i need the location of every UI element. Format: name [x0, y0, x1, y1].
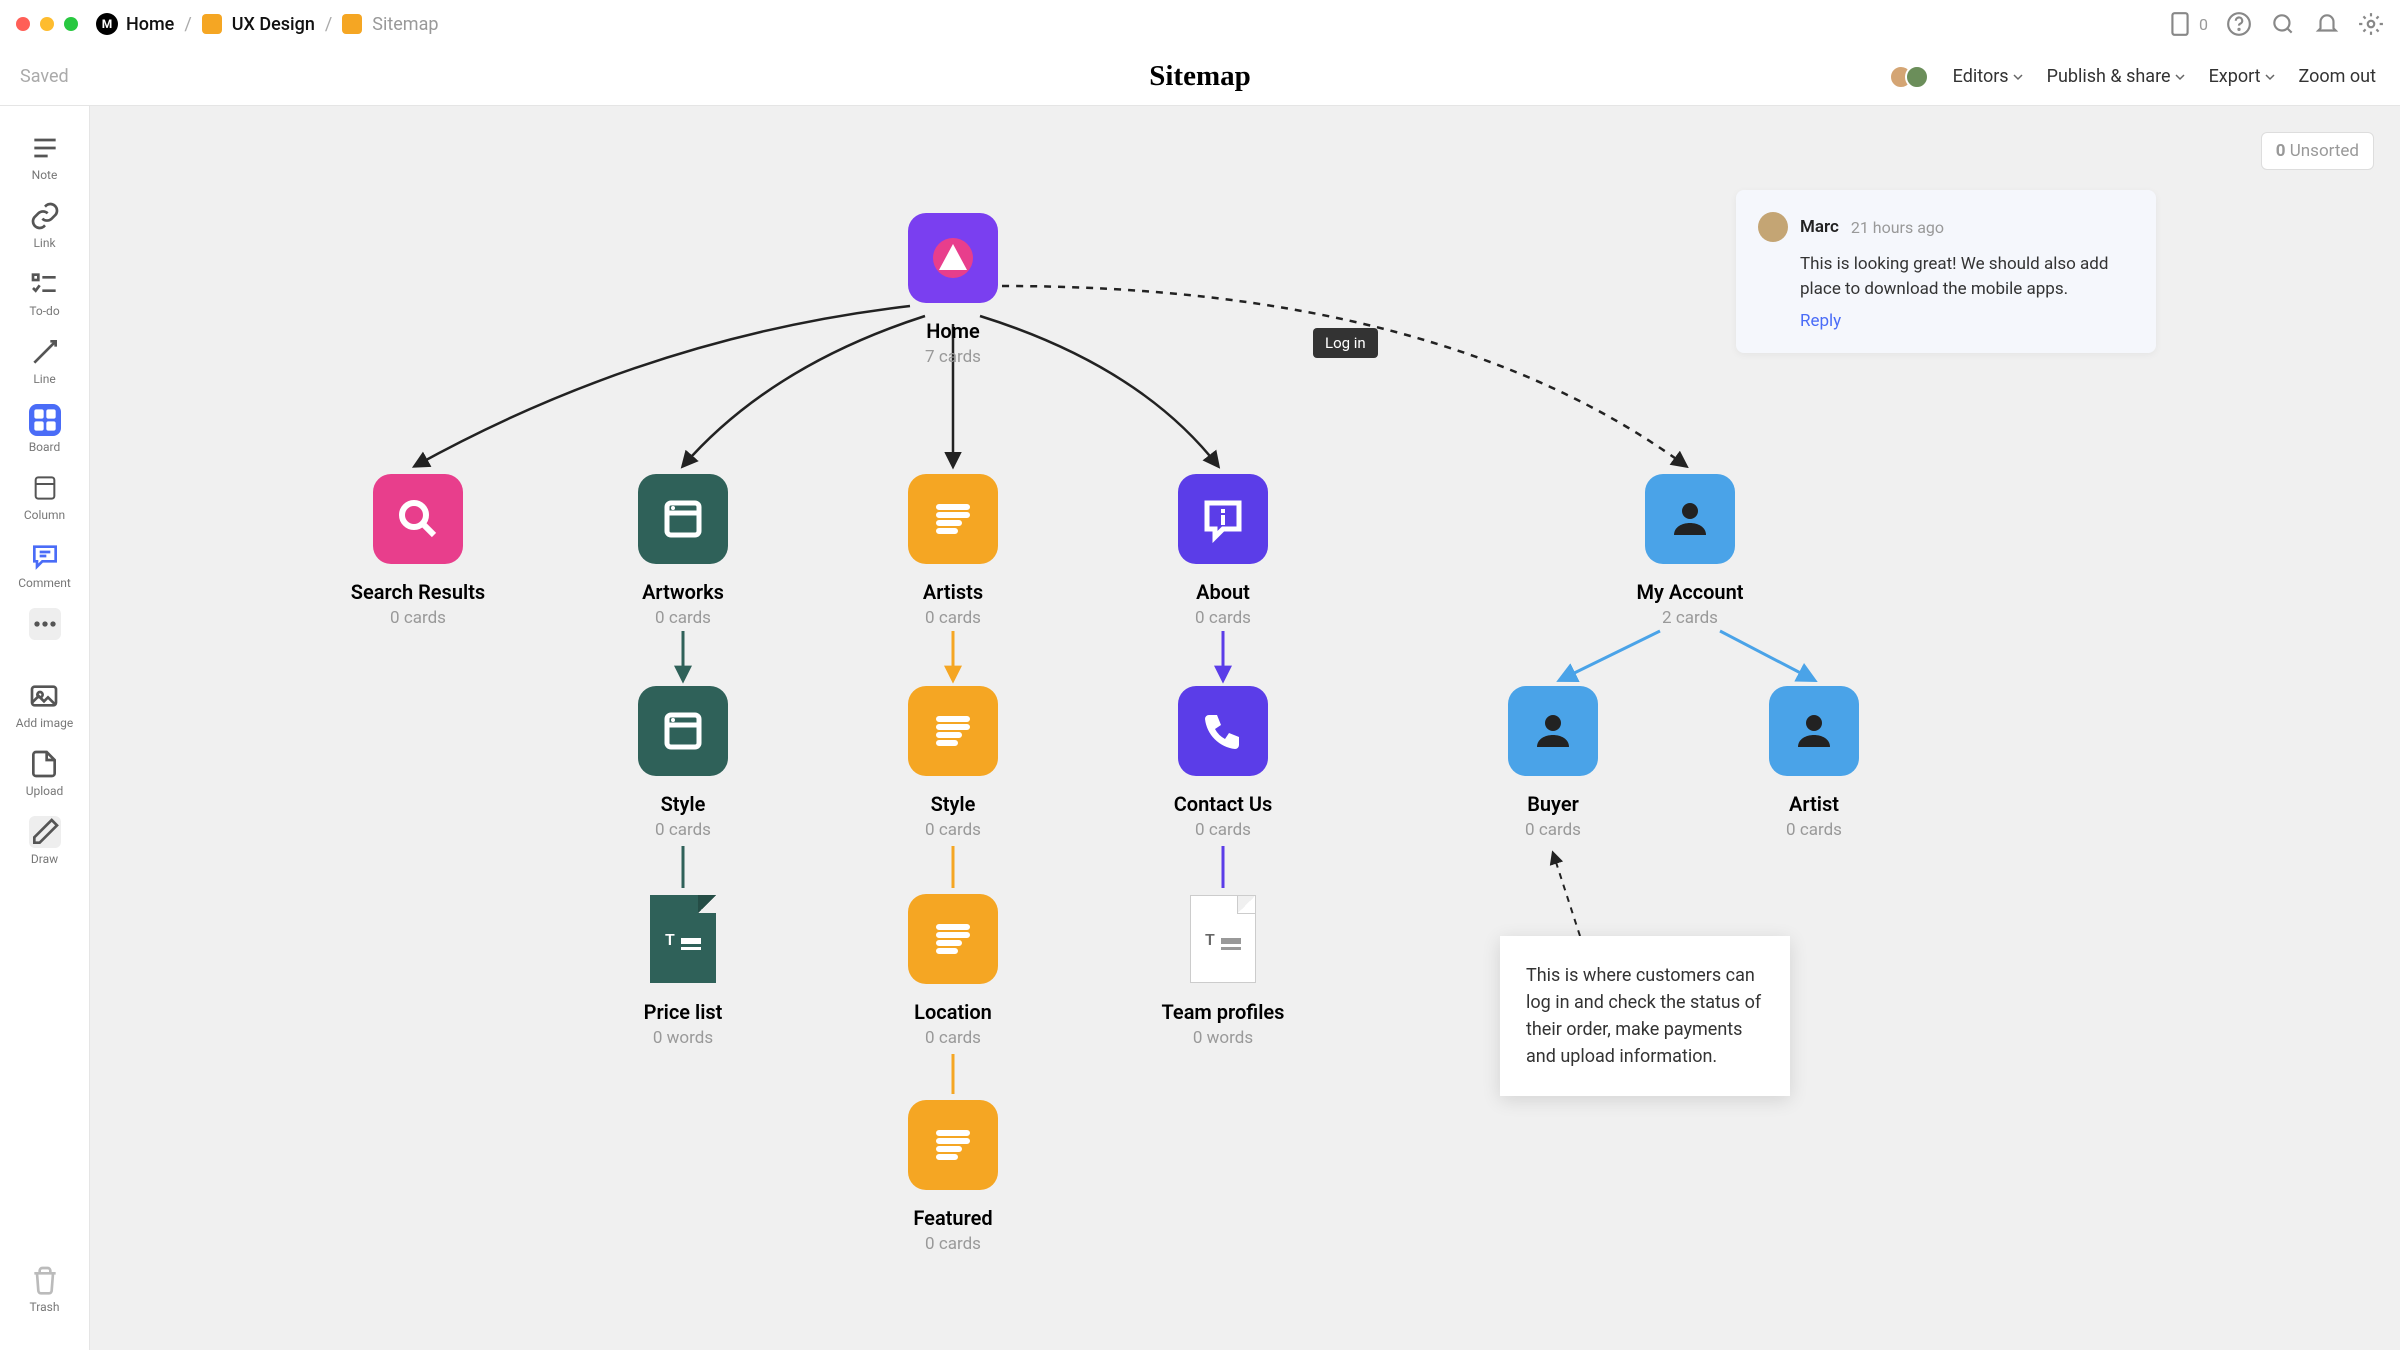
- user-icon: [1666, 495, 1714, 543]
- text-lines-icon: [929, 1121, 977, 1169]
- document-icon: T: [650, 895, 716, 983]
- node-artworks[interactable]: Artworks0 cards: [623, 474, 743, 628]
- node-about[interactable]: About0 cards: [1163, 474, 1283, 628]
- unsorted-badge[interactable]: 0 Unsorted: [2261, 132, 2374, 170]
- node-style2[interactable]: Style0 cards: [893, 686, 1013, 840]
- window-icon: [659, 707, 707, 755]
- home-triangle-icon: [929, 234, 977, 282]
- avatar: [1905, 65, 1929, 89]
- device-count: 0: [2199, 15, 2208, 34]
- board-canvas[interactable]: 0 Unsorted Log in Home7 cards: [90, 106, 2400, 1350]
- bell-icon[interactable]: [2314, 11, 2340, 37]
- help-icon[interactable]: [2226, 11, 2252, 37]
- node-style1[interactable]: Style0 cards: [623, 686, 743, 840]
- info-icon: [1199, 495, 1247, 543]
- publish-dropdown[interactable]: Publish & share: [2047, 66, 2185, 87]
- window-titlebar: M Home / UX Design / Sitemap 0: [0, 0, 2400, 48]
- comment-time: 21 hours ago: [1851, 218, 1944, 237]
- crumb-ux[interactable]: UX Design: [232, 14, 315, 35]
- tool-upload[interactable]: Upload: [20, 742, 70, 804]
- export-dropdown[interactable]: Export: [2209, 66, 2275, 87]
- node-contact[interactable]: Contact Us0 cards: [1163, 686, 1283, 840]
- note-text: This is where customers can log in and c…: [1526, 962, 1764, 1070]
- node-myaccount[interactable]: My Account2 cards: [1630, 474, 1750, 628]
- user-icon: [1790, 707, 1838, 755]
- node-featured[interactable]: Featured0 cards: [893, 1100, 1013, 1254]
- minimize-window[interactable]: [40, 17, 54, 31]
- crumb-current: Sitemap: [372, 14, 438, 35]
- phone-icon: [1199, 707, 1247, 755]
- tool-trash[interactable]: Trash: [23, 1258, 67, 1320]
- brand-icon[interactable]: M: [96, 13, 118, 35]
- tool-board[interactable]: Board: [23, 398, 67, 460]
- text-lines-icon: [929, 495, 977, 543]
- device-icon[interactable]: [2167, 11, 2193, 37]
- node-artists[interactable]: Artists0 cards: [893, 474, 1013, 628]
- settings-icon[interactable]: [2358, 11, 2384, 37]
- comment-author: Marc: [1800, 217, 1839, 237]
- tool-draw[interactable]: Draw: [23, 810, 67, 872]
- document-header: Saved Sitemap Editors Publish & share Ex…: [0, 48, 2400, 106]
- tool-column[interactable]: Column: [18, 466, 71, 528]
- left-toolbar: Note Link To-do Line Board Column Commen…: [0, 106, 90, 1350]
- note-card[interactable]: This is where customers can log in and c…: [1500, 936, 1790, 1096]
- close-window[interactable]: [16, 17, 30, 31]
- tool-link[interactable]: Link: [23, 194, 67, 256]
- editors-dropdown[interactable]: Editors: [1953, 66, 2023, 87]
- node-pricelist[interactable]: T Price list0 words: [623, 894, 743, 1048]
- document-icon: T: [1190, 895, 1256, 983]
- search-icon: [394, 495, 442, 543]
- text-lines-icon: [929, 915, 977, 963]
- crumb-sep: /: [325, 14, 332, 35]
- search-icon[interactable]: [2270, 11, 2296, 37]
- comment-body: This is looking great! We should also ad…: [1800, 252, 2134, 301]
- node-search[interactable]: Search Results0 cards: [358, 474, 478, 628]
- crumb-icon: [202, 14, 222, 34]
- editor-avatars[interactable]: [1889, 65, 1929, 89]
- tool-note[interactable]: Note: [23, 126, 67, 188]
- crumb-home[interactable]: Home: [126, 14, 174, 35]
- node-artist[interactable]: Artist0 cards: [1754, 686, 1874, 840]
- save-status: Saved: [20, 66, 69, 87]
- tool-line[interactable]: Line: [23, 330, 67, 392]
- user-icon: [1529, 707, 1577, 755]
- zoom-out-button[interactable]: Zoom out: [2299, 66, 2376, 87]
- window-icon: [659, 495, 707, 543]
- document-title[interactable]: Sitemap: [1149, 60, 1251, 93]
- reply-button[interactable]: Reply: [1800, 311, 2134, 331]
- avatar: [1758, 212, 1788, 242]
- crumb-sep: /: [184, 14, 191, 35]
- traffic-lights: [16, 17, 78, 31]
- node-location[interactable]: Location0 cards: [893, 894, 1013, 1048]
- maximize-window[interactable]: [64, 17, 78, 31]
- tool-more[interactable]: [23, 602, 67, 646]
- crumb-icon: [342, 14, 362, 34]
- tool-todo[interactable]: To-do: [23, 262, 67, 324]
- node-teamprofiles[interactable]: T Team profiles0 words: [1163, 894, 1283, 1048]
- edge-label-login[interactable]: Log in: [1313, 328, 1378, 358]
- breadcrumb: Home / UX Design / Sitemap: [126, 14, 438, 35]
- tool-comment[interactable]: Comment: [12, 534, 77, 596]
- text-lines-icon: [929, 707, 977, 755]
- node-buyer[interactable]: Buyer0 cards: [1493, 686, 1613, 840]
- comment-card[interactable]: Marc 21 hours ago This is looking great!…: [1736, 190, 2156, 353]
- tool-add-image[interactable]: Add image: [10, 674, 79, 736]
- node-home[interactable]: Home7 cards: [893, 213, 1013, 367]
